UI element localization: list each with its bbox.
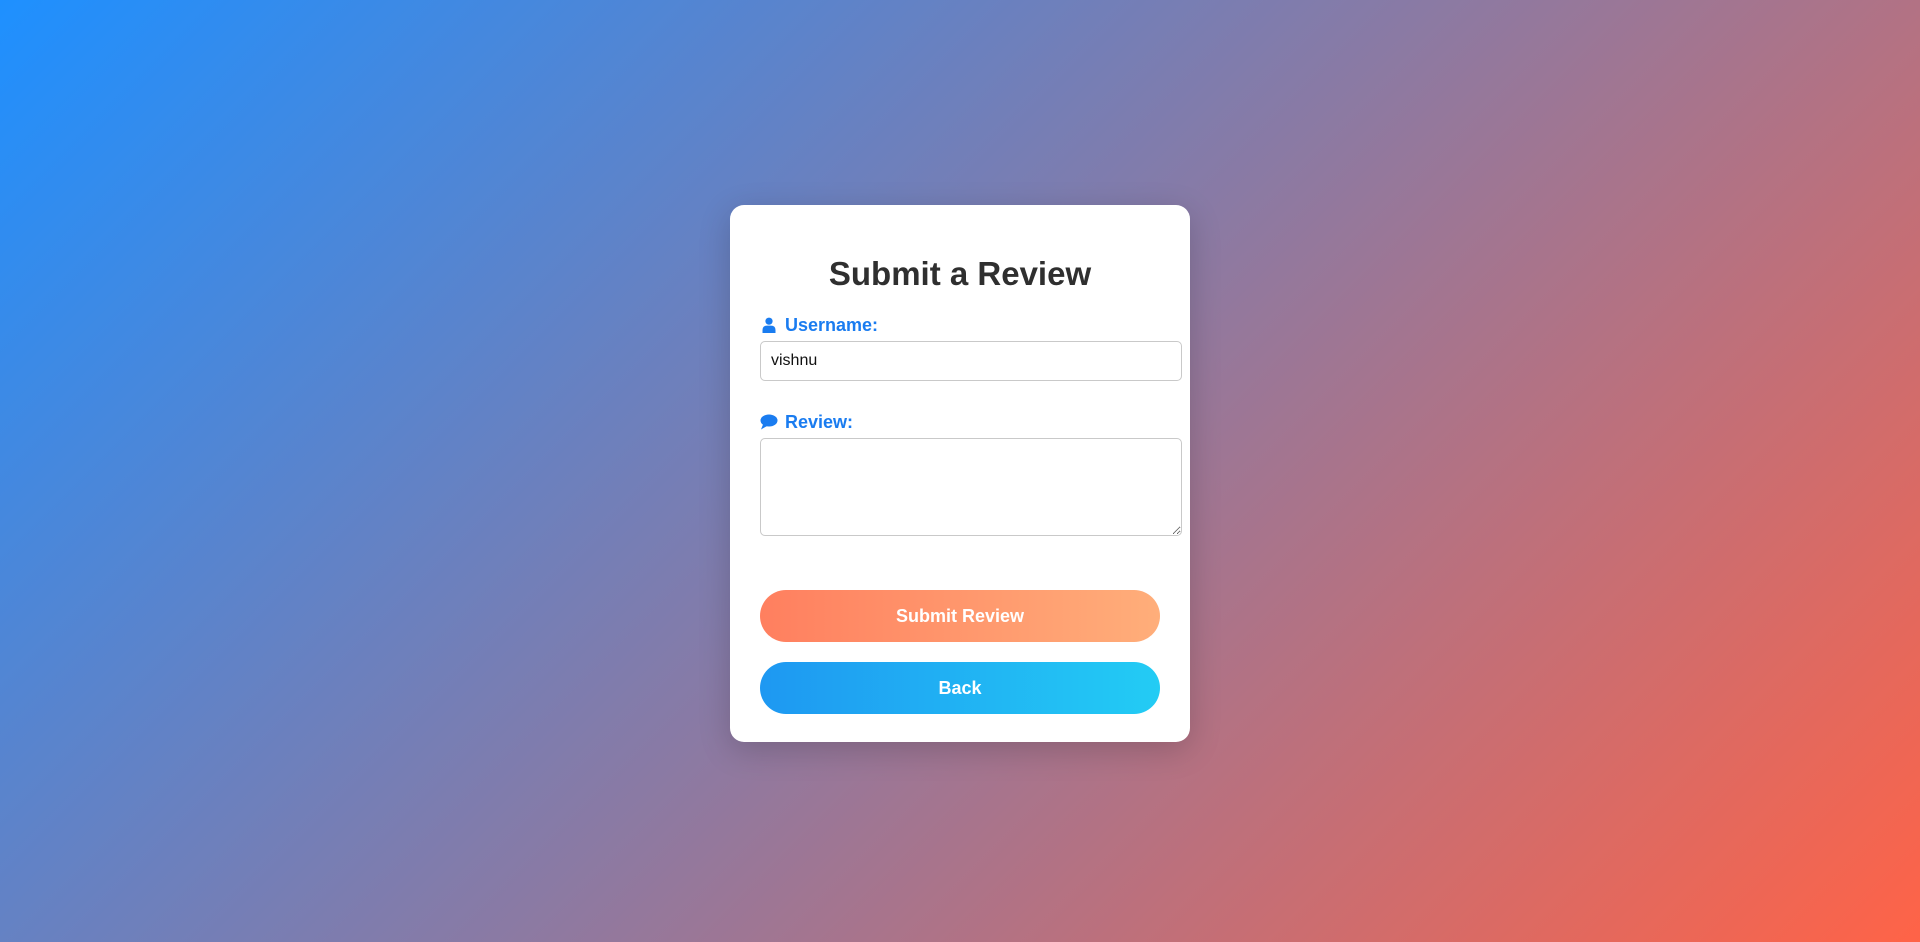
page-title: Submit a Review [828,255,1092,292]
review-label-row: Review: [760,411,1160,433]
username-label: Username: [785,314,879,335]
username-input[interactable] [760,341,1182,381]
review-card: Submit a Review Username: Review: Submit… [730,205,1190,742]
review-textarea[interactable] [760,438,1182,536]
comment-icon [760,413,778,431]
submit-review-button[interactable]: Submit Review [760,590,1160,642]
review-label: Review: [785,411,854,432]
username-label-row: Username: [760,314,1160,336]
back-button[interactable]: Back [760,662,1160,714]
user-icon [760,316,778,334]
